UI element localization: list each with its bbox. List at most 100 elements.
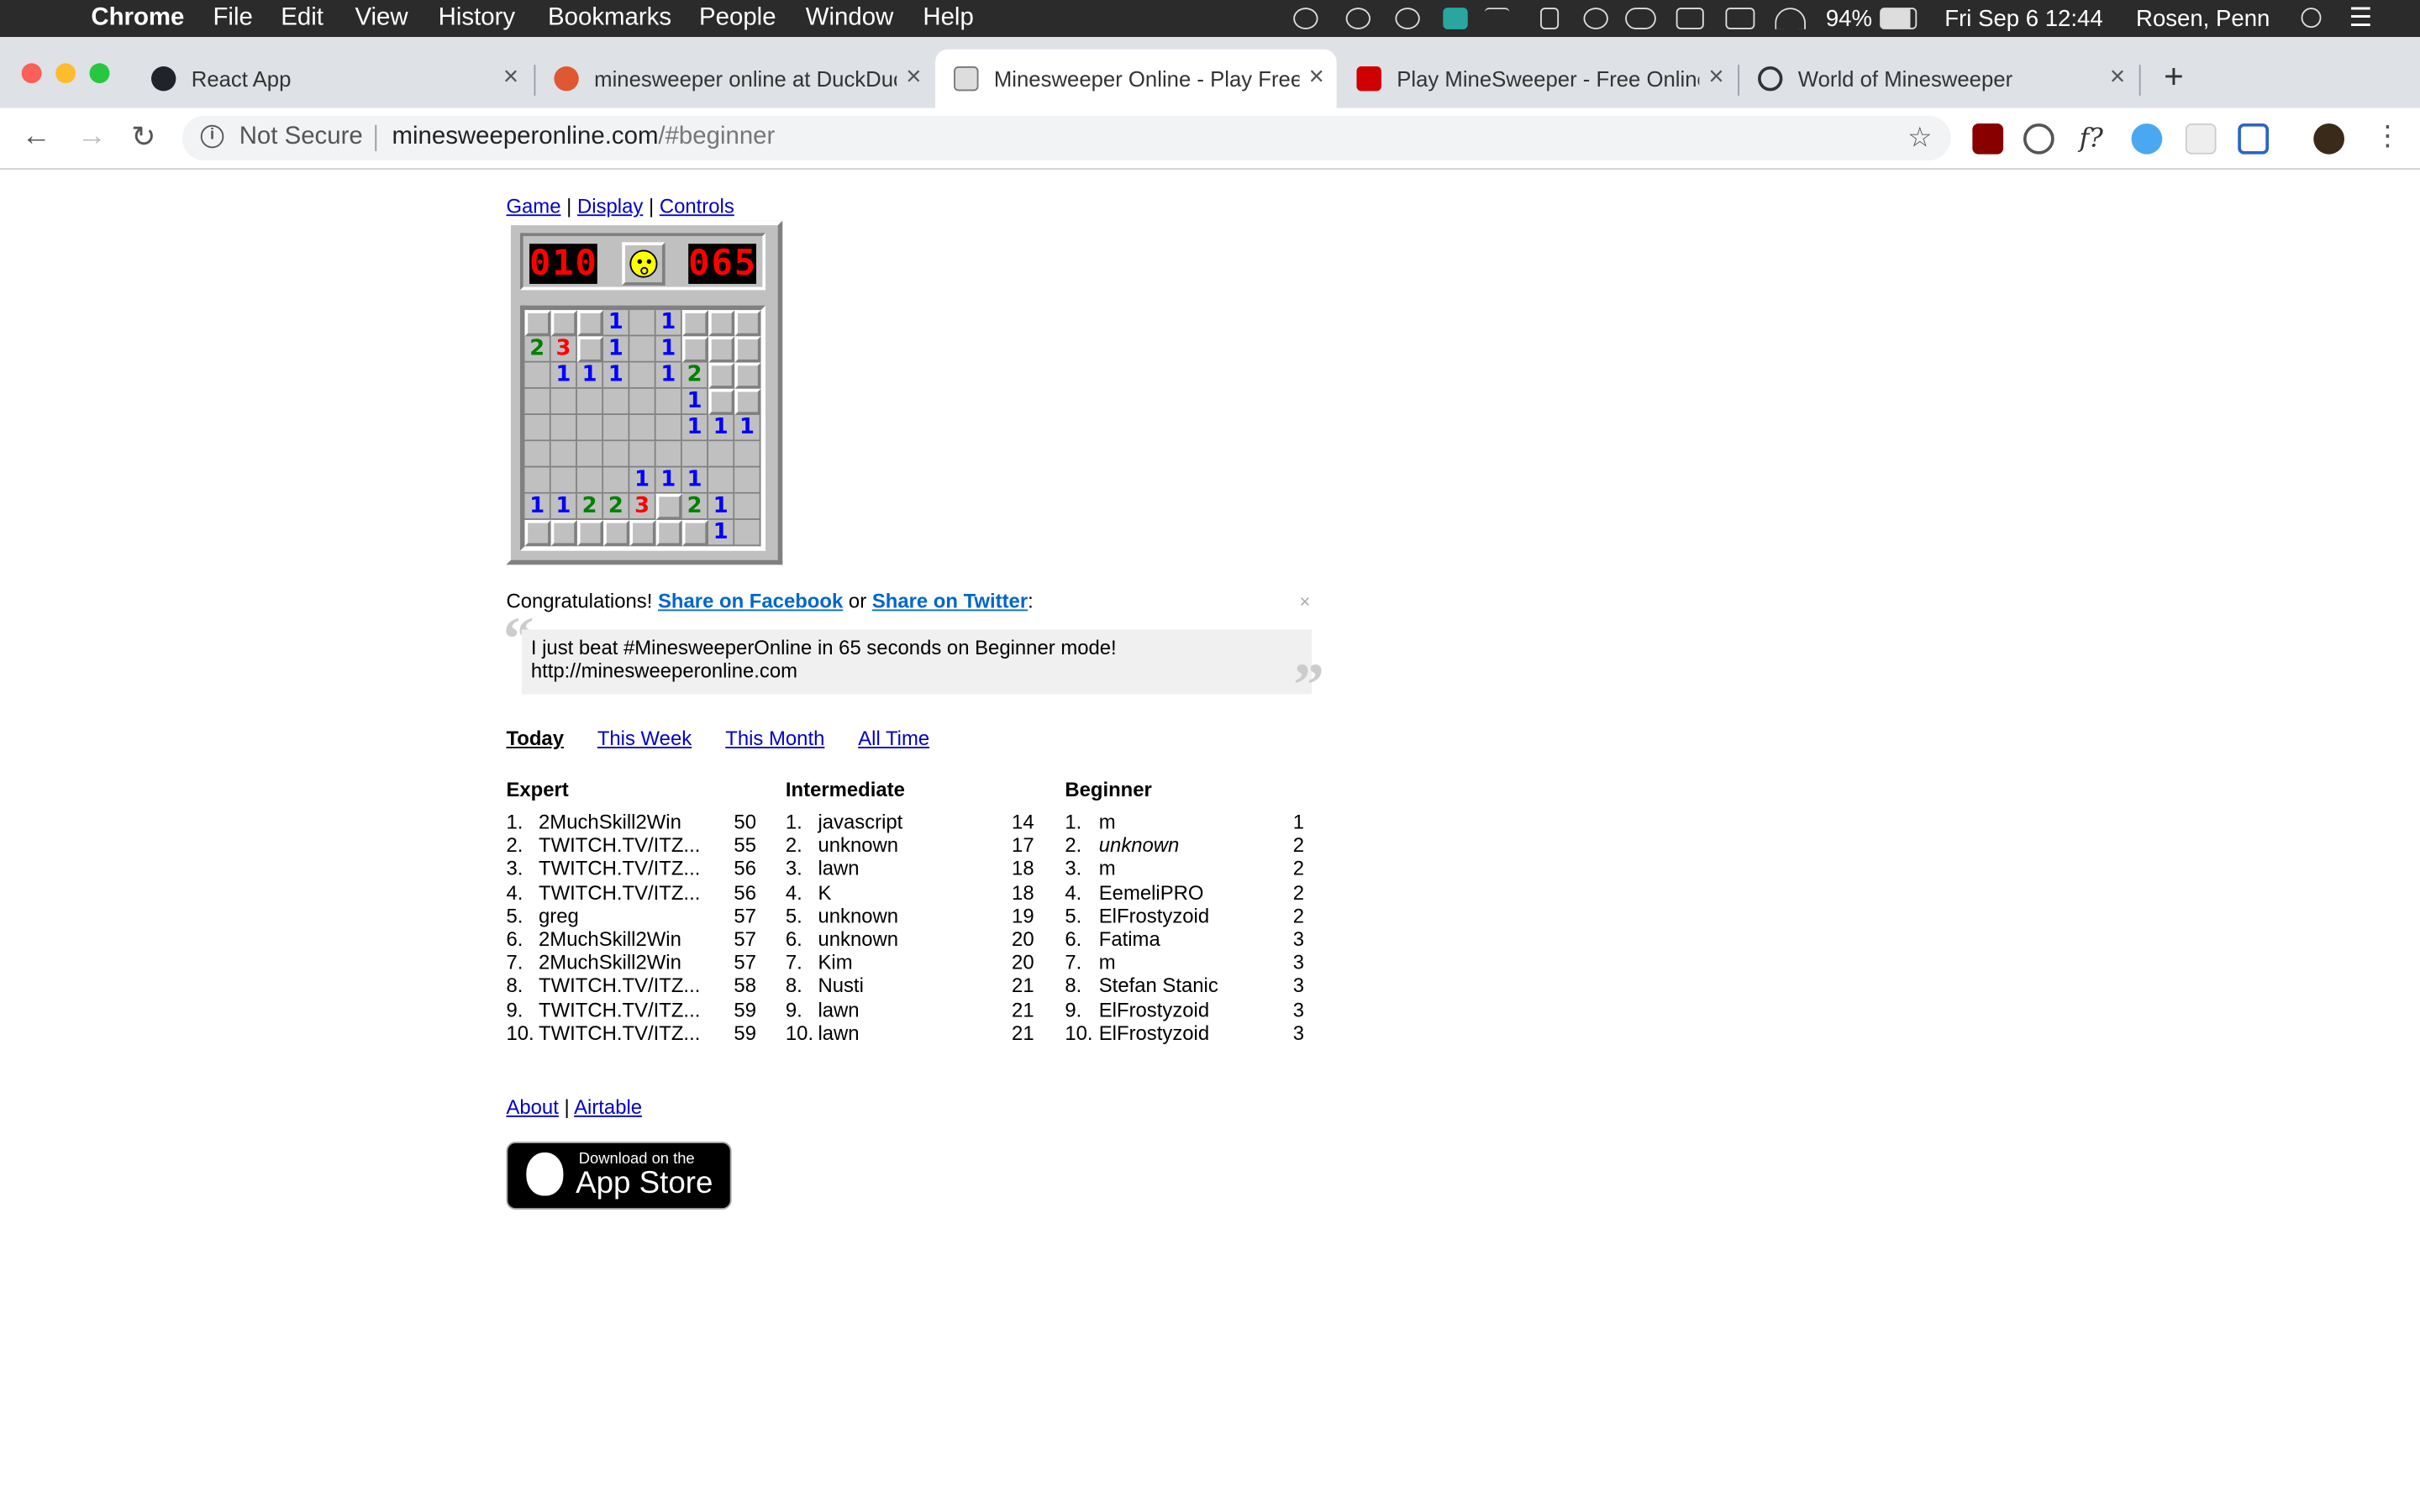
tab-play-minesweeper[interactable]: Play MineSweeper - Free Online ×: [1338, 50, 1736, 108]
notification-icon[interactable]: [1540, 8, 1560, 29]
profile-avatar[interactable]: [2313, 123, 2345, 155]
grid-cell[interactable]: 1: [550, 362, 577, 389]
grid-cell[interactable]: [708, 388, 735, 416]
grid-cell[interactable]: [576, 310, 604, 337]
grid-cell[interactable]: [576, 519, 604, 547]
grid-cell[interactable]: [655, 493, 682, 520]
time-machine-icon[interactable]: [1345, 8, 1371, 29]
zoom-window-button[interactable]: [89, 63, 110, 84]
period-today[interactable]: Today: [506, 727, 564, 750]
share-facebook-link[interactable]: Share on Facebook: [658, 590, 843, 613]
tab-minesweeper-online[interactable]: Minesweeper Online - Play Free Online Mi…: [935, 49, 1337, 108]
period-all-time[interactable]: All Time: [858, 727, 929, 750]
grid-cell[interactable]: [734, 441, 761, 468]
grid-cell[interactable]: 1: [629, 467, 656, 494]
menu-view[interactable]: View: [355, 5, 408, 33]
grid-cell[interactable]: [708, 310, 735, 337]
close-tab-icon[interactable]: ×: [906, 61, 921, 92]
chrome-menu-icon[interactable]: ⋮: [2374, 120, 2402, 153]
grid-cell[interactable]: 1: [708, 519, 735, 547]
airtable-link[interactable]: Airtable: [574, 1095, 642, 1119]
flux-icon[interactable]: [1484, 8, 1510, 29]
info-icon[interactable]: i: [200, 124, 224, 149]
display-link[interactable]: Display: [577, 194, 643, 218]
grid-cell[interactable]: 1: [681, 388, 709, 416]
notification-center-icon[interactable]: ☰: [2349, 3, 2373, 34]
glasses-icon[interactable]: [1625, 8, 1656, 29]
grid-cell[interactable]: [681, 310, 709, 337]
grid-cell[interactable]: 2: [524, 336, 551, 363]
menu-window[interactable]: Window: [806, 5, 894, 33]
menu-bookmarks[interactable]: Bookmarks: [548, 5, 671, 33]
app-store-badge[interactable]: Download on the App Store: [506, 1142, 732, 1210]
grid-cell[interactable]: [524, 441, 551, 468]
grid-cell[interactable]: [708, 336, 735, 363]
sync-extension-icon[interactable]: [2023, 123, 2054, 155]
menu-edit[interactable]: Edit: [281, 5, 324, 33]
grid-cell[interactable]: [576, 388, 604, 416]
grid-cell[interactable]: [576, 441, 604, 468]
grid-cell[interactable]: [576, 467, 604, 494]
grid-cell[interactable]: [550, 519, 577, 547]
grid-cell[interactable]: 3: [629, 493, 656, 520]
airplay-icon[interactable]: [1676, 8, 1704, 29]
menu-people[interactable]: People: [699, 5, 776, 33]
close-window-button[interactable]: [21, 63, 42, 84]
address-bar[interactable]: i Not Secure minesweeperonline.com/#begi…: [182, 115, 1951, 161]
bookmark-star-icon[interactable]: ☆: [1907, 122, 1933, 155]
reload-icon[interactable]: ↻: [131, 120, 155, 155]
clock[interactable]: Fri Sep 6 12:44: [1944, 6, 2102, 32]
grid-cell[interactable]: 1: [576, 362, 604, 389]
close-congrats-icon[interactable]: ×: [1300, 591, 1311, 612]
grid-cell[interactable]: [629, 362, 656, 389]
grid-cell[interactable]: 1: [655, 310, 682, 337]
grid-cell[interactable]: [655, 519, 682, 547]
url-text[interactable]: minesweeperonline.com/#beginner: [392, 123, 776, 151]
grid-cell[interactable]: [655, 415, 682, 442]
grid-cell[interactable]: 1: [603, 336, 630, 363]
memory-icon[interactable]: [1725, 8, 1755, 29]
grid-cell[interactable]: [708, 362, 735, 389]
share-quote-box[interactable]: I just beat #MinesweeperOnline in 65 sec…: [521, 629, 1313, 695]
grid-cell[interactable]: [734, 467, 761, 494]
sync-icon[interactable]: [1583, 8, 1608, 29]
grid-cell[interactable]: [655, 388, 682, 416]
menu-history[interactable]: History: [439, 5, 515, 33]
smiley-face-button[interactable]: [622, 242, 666, 286]
grid-cell[interactable]: [524, 388, 551, 416]
tab-duckduckgo[interactable]: minesweeper online at DuckDuckGo ×: [535, 50, 934, 108]
grid-cell[interactable]: [524, 310, 551, 337]
grid-cell[interactable]: 1: [524, 493, 551, 520]
grid-cell[interactable]: [629, 310, 656, 337]
grid-cell[interactable]: [734, 493, 761, 520]
grid-cell[interactable]: [603, 467, 630, 494]
grid-cell[interactable]: [524, 519, 551, 547]
grid-cell[interactable]: [550, 310, 577, 337]
crop-extension-icon[interactable]: [2238, 123, 2270, 155]
close-tab-icon[interactable]: ×: [2110, 61, 2125, 92]
grid-cell[interactable]: [708, 467, 735, 494]
grid-cell[interactable]: [550, 441, 577, 468]
grid-cell[interactable]: 1: [708, 493, 735, 520]
minimize-window-button[interactable]: [55, 63, 76, 84]
grid-cell[interactable]: [629, 415, 656, 442]
grid-cell[interactable]: [734, 519, 761, 547]
grid-cell[interactable]: 2: [603, 493, 630, 520]
forward-icon[interactable]: →: [77, 120, 107, 154]
grid-cell[interactable]: 1: [655, 362, 682, 389]
grid-cell[interactable]: [734, 336, 761, 363]
menu-file[interactable]: File: [213, 5, 252, 33]
cb-icon[interactable]: [1443, 8, 1468, 29]
not-secure-label[interactable]: Not Secure: [239, 123, 363, 151]
grid-cell[interactable]: 1: [681, 415, 709, 442]
grid-cell[interactable]: [681, 336, 709, 363]
grid-cell[interactable]: [708, 441, 735, 468]
grid-cell[interactable]: [681, 519, 709, 547]
back-icon[interactable]: ←: [22, 120, 51, 154]
ublock-extension-icon[interactable]: [1972, 123, 2004, 155]
disk-icon[interactable]: [1395, 8, 1420, 29]
grid-cell[interactable]: 2: [576, 493, 604, 520]
grid-cell[interactable]: [734, 310, 761, 337]
grid-cell[interactable]: 1: [681, 467, 709, 494]
about-link[interactable]: About: [506, 1095, 558, 1119]
